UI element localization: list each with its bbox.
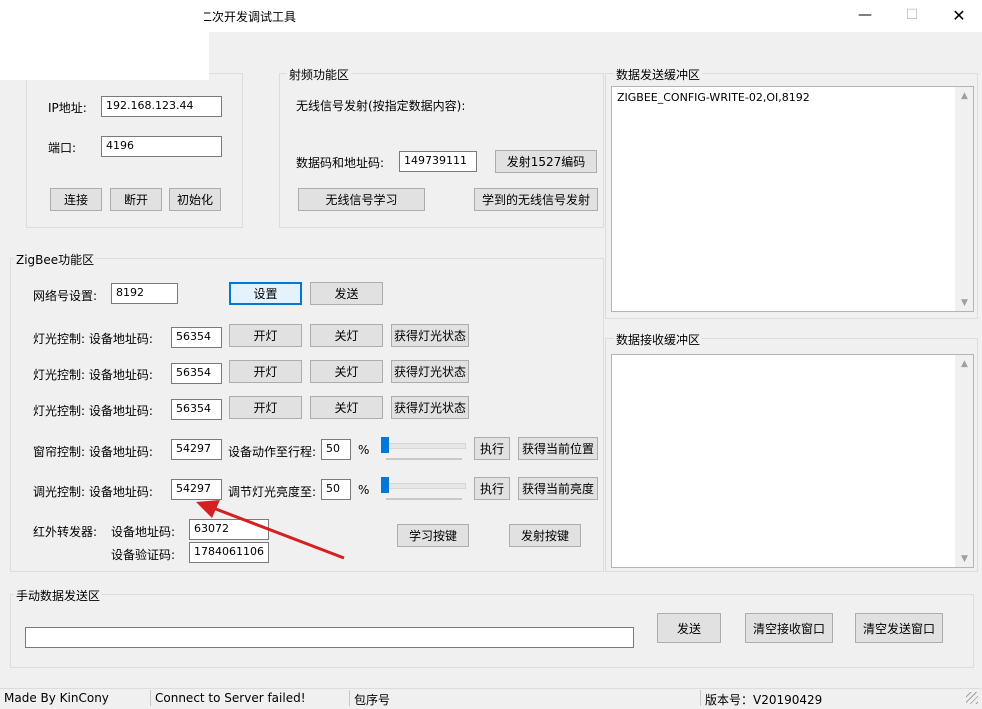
zigbee-group-label: ZigBee功能区 [14,251,97,268]
clear-send-button[interactable]: 清空发送窗口 [855,613,943,643]
scroll-down-icon[interactable]: ▼ [956,294,973,311]
status-made-by: Made By KinCony [4,691,109,705]
net-label: 网络号设置: [33,289,98,303]
status-version: 版本号：V20190429 [705,693,823,707]
status-separator [700,690,701,706]
scroll-up-icon[interactable]: ▲ [956,355,973,372]
clear-recv-button[interactable]: 清空接收窗口 [745,613,833,643]
net-send-button[interactable]: 发送 [310,282,383,305]
ip-label: IP地址: [48,101,87,115]
status-separator [349,690,350,706]
light1-status-button[interactable]: 获得灯光状态 [391,324,469,347]
annotation-arrow-icon [196,500,345,560]
curtain-addr-input[interactable]: 54297 [171,439,222,460]
light2-on-button[interactable]: 开灯 [229,360,302,383]
scroll-up-icon[interactable]: ▲ [956,87,973,104]
port-label: 端口: [48,141,77,155]
curtain-unit: % [358,443,370,457]
init-button[interactable]: 初始化 [169,188,221,211]
manual-send-button[interactable]: 发送 [657,613,721,643]
ir-send-button[interactable]: 发射按键 [509,524,581,547]
light3-on-button[interactable]: 开灯 [229,396,302,419]
manual-input[interactable] [25,627,634,648]
connect-button[interactable]: 连接 [50,188,102,211]
light1-addr-input[interactable]: 56354 [171,327,222,348]
send-buffer-scrollbar[interactable]: ▲ ▼ [955,87,973,311]
ir-addr-label: 设备地址码: [111,525,176,539]
port-input[interactable]: 4196 [101,136,222,157]
curtain-exec-button[interactable]: 执行 [474,437,510,460]
overlay-patch-top [0,32,209,80]
light2-status-button[interactable]: 获得灯光状态 [391,360,469,383]
light2-addr-input[interactable]: 56354 [171,363,222,384]
curtain-get-button[interactable]: 获得当前位置 [518,437,598,460]
light1-on-button[interactable]: 开灯 [229,324,302,347]
curtain-slider-thumb[interactable] [381,437,389,453]
light1-label: 灯光控制: 设备地址码: [33,332,153,346]
status-bar [0,688,982,709]
manual-group-label: 手动数据发送区 [14,587,103,604]
status-seq: 包序号 [354,693,391,707]
resize-grip-icon[interactable] [966,692,978,704]
ir-verify-label: 设备验证码: [111,548,176,562]
light3-addr-input[interactable]: 56354 [171,399,222,420]
curtain-action-label: 设备动作至行程: [228,445,317,459]
dimmer-label: 调光控制: 设备地址码: [33,485,153,499]
rf-desc: 无线信号发射(按指定数据内容): [296,99,466,113]
send-buffer-content: ZIGBEE_CONFIG-WRITE-02,OI,8192 [617,91,810,104]
curtain-slider-ticks [386,458,462,460]
rf-code-label: 数据码和地址码: [296,156,385,170]
minimize-icon[interactable]: — [842,0,888,30]
recv-buffer-label: 数据接收缓冲区 [614,331,703,348]
close-icon[interactable]: ✕ [936,0,982,30]
dimmer-slider-thumb[interactable] [381,477,389,493]
send-buffer-label: 数据发送缓冲区 [614,66,703,83]
status-separator [150,690,151,706]
window-title: 二次开发调试工具 [200,10,297,24]
dimmer-exec-button[interactable]: 执行 [474,477,510,500]
light1-off-button[interactable]: 关灯 [310,324,383,347]
status-connection: Connect to Server failed! [155,691,306,705]
recv-buffer-scrollbar[interactable]: ▲ ▼ [955,355,973,567]
rf-code-input[interactable]: 149739111 [399,151,477,172]
ip-input[interactable]: 192.168.123.44 [101,96,222,117]
light3-off-button[interactable]: 关灯 [310,396,383,419]
maximize-icon[interactable]: ☐ [889,0,935,30]
curtain-slider[interactable] [384,443,466,449]
curtain-value-input[interactable]: 50 [321,439,351,460]
net-input[interactable]: 8192 [111,283,178,304]
send-1527-button[interactable]: 发射1527编码 [495,150,597,173]
rf-learn-button[interactable]: 无线信号学习 [298,188,425,211]
light2-off-button[interactable]: 关灯 [310,360,383,383]
curtain-label: 窗帘控制: 设备地址码: [33,445,153,459]
dimmer-unit: % [358,483,370,497]
net-set-button[interactable]: 设置 [229,282,302,305]
disconnect-button[interactable]: 断开 [110,188,162,211]
light2-label: 灯光控制: 设备地址码: [33,368,153,382]
rf-send-learned-button[interactable]: 学到的无线信号发射 [474,188,598,211]
title-bar [0,0,982,32]
ir-learn-button[interactable]: 学习按键 [397,524,469,547]
dimmer-slider-ticks [386,498,462,500]
recv-buffer-textarea[interactable]: ▲ ▼ [611,354,974,568]
light3-status-button[interactable]: 获得灯光状态 [391,396,469,419]
light3-label: 灯光控制: 设备地址码: [33,404,153,418]
scroll-down-icon[interactable]: ▼ [956,550,973,567]
ir-label: 红外转发器: [33,525,98,539]
dimmer-slider[interactable] [384,483,466,489]
rf-group-label: 射频功能区 [287,66,352,83]
send-buffer-textarea[interactable]: ZIGBEE_CONFIG-WRITE-02,OI,8192 ▲ ▼ [611,86,974,312]
dimmer-get-button[interactable]: 获得当前亮度 [518,477,598,500]
